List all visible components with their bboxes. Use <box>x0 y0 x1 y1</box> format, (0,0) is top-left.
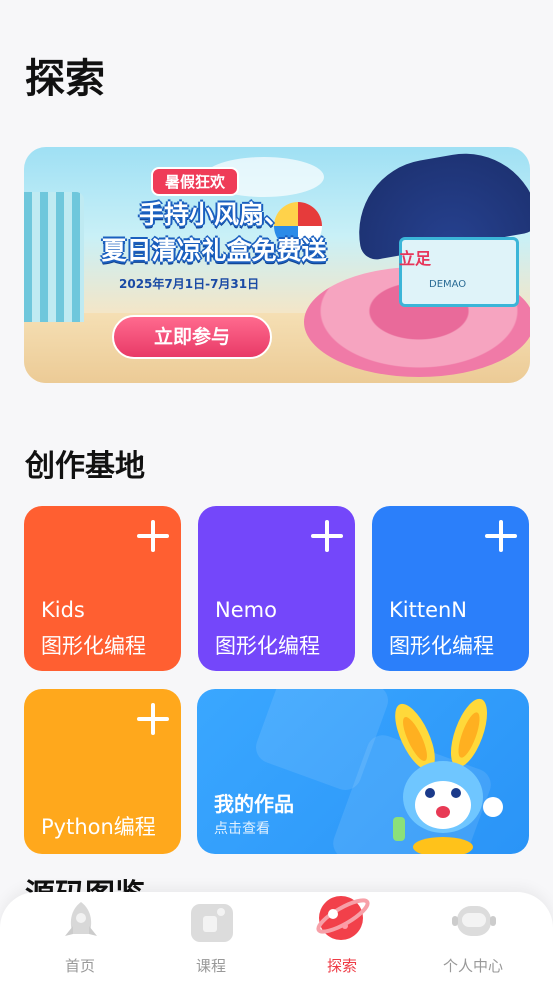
card-kittenn-graphic-programming[interactable]: KittenN 图形化编程 <box>372 506 529 671</box>
plus-icon <box>311 520 343 552</box>
tab-profile[interactable]: 个人中心 <box>428 892 518 984</box>
mascot-rabbit-icon <box>393 698 503 854</box>
my-works-title: 我的作品 <box>214 792 294 816</box>
join-now-button[interactable]: 立即参与 <box>112 315 272 359</box>
plus-icon <box>485 520 517 552</box>
plus-icon <box>137 703 169 735</box>
banner-tag: 暑假狂欢 <box>151 167 240 196</box>
card-subtitle: 图形化编程 <box>215 634 320 658</box>
tab-home[interactable]: 首页 <box>35 892 125 984</box>
gift-box-label: 立足 <box>399 249 432 268</box>
tab-label: 课程 <box>195 957 226 975</box>
planet-icon <box>316 896 370 940</box>
tab-explore[interactable]: 探索 <box>297 892 387 984</box>
banner-headline-line1: 手持小风扇、 <box>138 200 289 229</box>
banner-headline: 手持小风扇、 夏日清凉礼盒免费送 <box>54 197 374 269</box>
card-subtitle: 图形化编程 <box>389 634 494 658</box>
my-works-subtitle: 点击查看 <box>214 821 270 837</box>
tab-course[interactable]: 课程 <box>166 892 256 984</box>
banner-date: 2025年7月1日-7月31日 <box>119 277 260 291</box>
plus-icon <box>137 520 169 552</box>
card-subtitle: 图形化编程 <box>41 634 146 658</box>
course-icon <box>191 904 233 942</box>
tab-label: 个人中心 <box>442 957 503 975</box>
card-title: KittenN <box>389 598 468 622</box>
card-python-programming[interactable]: Python编程 <box>24 689 181 854</box>
card-title: Kids <box>41 598 85 622</box>
card-title: Nemo <box>215 598 277 622</box>
tab-label: 探索 <box>326 957 357 975</box>
section-title-creation: 创作基地 <box>25 449 145 484</box>
card-kids-graphic-programming[interactable]: Kids 图形化编程 <box>24 506 181 671</box>
promo-banner[interactable]: 立足 DEMAO 暑假狂欢 手持小风扇、 夏日清凉礼盒免费送 2025年7月1日… <box>24 147 530 383</box>
gift-box-text: DEMAO <box>429 279 467 290</box>
tab-label: 首页 <box>64 957 95 975</box>
card-nemo-graphic-programming[interactable]: Nemo 图形化编程 <box>198 506 355 671</box>
robot-icon <box>452 906 496 936</box>
card-my-works[interactable]: 我的作品 点击查看 <box>197 689 529 854</box>
banner-headline-line2: 夏日清凉礼盒免费送 <box>101 236 327 265</box>
card-title: Python编程 <box>41 815 156 839</box>
bottom-tab-bar: 首页 课程 探索 个人中心 <box>0 892 553 984</box>
page-title: 探索 <box>25 56 105 102</box>
rocket-icon <box>65 902 97 936</box>
